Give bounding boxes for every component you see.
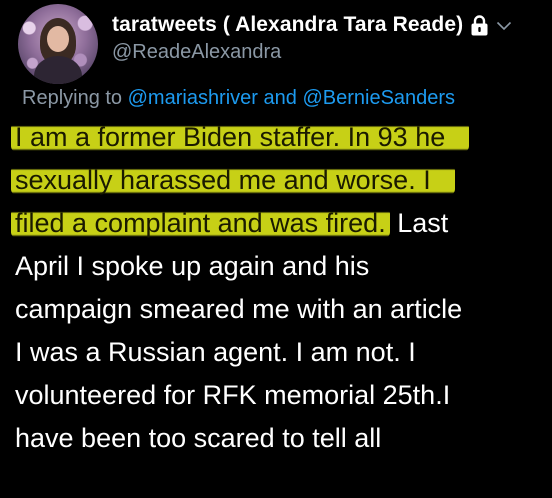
replying-to: Replying to @mariashriver and @BernieSan…	[22, 87, 455, 110]
tweet-line: filed a complaint and was fired. Last	[11, 202, 545, 245]
mention-link-berniesanders[interactable]: @BernieSanders	[302, 87, 455, 109]
tweet-line-text: I was a Russian agent. I am not. I	[15, 337, 416, 367]
display-name[interactable]: taratweets ( Alexandra Tara Reade)	[112, 13, 463, 37]
highlighted-text: I am a former Biden staffer. In 93 he	[11, 122, 470, 152]
tweet-line: volunteered for RFK memorial 25th.I	[15, 374, 545, 417]
avatar-face	[47, 26, 69, 52]
highlighted-text: sexually harassed me and worse. I	[11, 165, 455, 195]
tweet-line: campaign smeared me with an article	[15, 288, 545, 331]
tweet-line-text: have been too scared to tell all	[15, 423, 382, 453]
author-name-row[interactable]: taratweets ( Alexandra Tara Reade)	[112, 11, 512, 39]
mention-link-mariashriver[interactable]: @mariashriver	[128, 87, 258, 109]
tweet-line: April I spoke up again and his	[15, 245, 545, 288]
tweet-line: I was a Russian agent. I am not. I	[15, 331, 545, 374]
avatar[interactable]	[18, 4, 98, 84]
user-handle[interactable]: @ReadeAlexandra	[112, 41, 281, 64]
tweet-line-text: campaign smeared me with an article	[15, 294, 463, 324]
replying-to-label: Replying to	[22, 87, 123, 109]
tweet-text: I am a former Biden staffer. In 93 he se…	[11, 116, 545, 460]
tweet-line: sexually harassed me and worse. I	[11, 159, 545, 202]
tweet-line-text: volunteered for RFK memorial 25th.I	[15, 380, 451, 410]
chevron-down-icon[interactable]	[496, 19, 512, 31]
tweet-line-text: Last	[389, 208, 449, 238]
tweet-line-text: April I spoke up again and his	[15, 251, 370, 281]
lock-icon	[470, 14, 489, 36]
highlighted-text: filed a complaint and was fired.	[11, 208, 390, 238]
mention-joiner: and	[263, 87, 297, 109]
tweet-line: have been too scared to tell all	[15, 417, 545, 460]
tweet-line: I am a former Biden staffer. In 93 he	[11, 116, 545, 159]
